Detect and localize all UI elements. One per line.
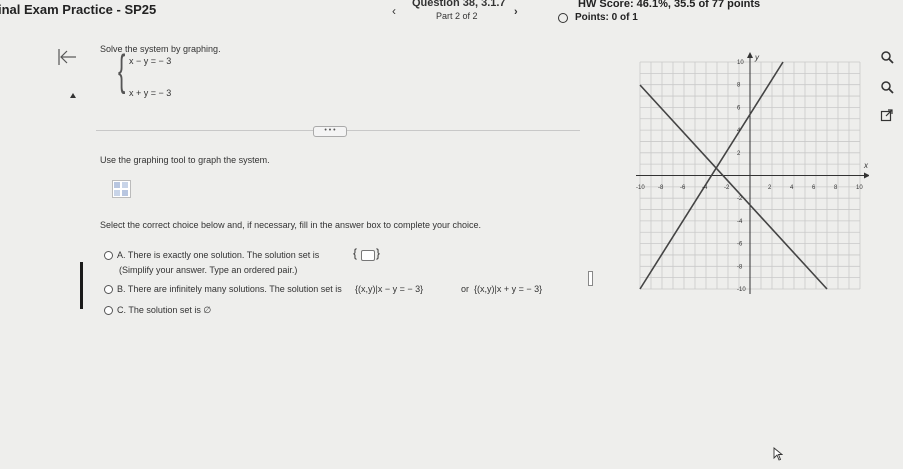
x-tick-label: -4 [702,185,708,191]
top-bar: inal Exam Practice - SP25 ‹ Question 38,… [0,0,903,26]
y-tick-labels: 108642-2-4-6-8-10 [737,60,746,293]
x-tick-label: 6 [812,185,816,191]
collapse-triangle-icon[interactable] [70,93,76,98]
points-status-icon [558,13,568,23]
mouse-cursor-icon [773,447,783,461]
choice-a-text: A. There is exactly one solution. The so… [117,250,320,260]
system-brace: { [118,46,126,95]
set-open-brace: { [353,246,358,260]
x-tick-label: -6 [680,185,686,191]
y-tick-label: -4 [737,219,743,225]
question-label: Question 38, 3.1.7 [412,0,506,9]
selection-indicator-bar [80,262,83,309]
x-tick-label: 10 [856,185,863,191]
answer-input[interactable] [361,250,375,261]
hw-score: HW Score: 46.1%, 35.5 of 77 points [578,0,761,10]
pane-resize-handle[interactable] [588,271,593,286]
set-close-brace: } [376,246,381,260]
y-axis-arrow [747,52,753,58]
x-tick-label: -8 [658,185,664,191]
graphing-tool-icon[interactable] [112,180,131,198]
choice-c-text: C. The solution set is ∅ [117,305,212,315]
choice-b-radio[interactable] [104,285,113,294]
choice-a-radio[interactable] [104,251,113,260]
choice-b-or: or [461,284,470,294]
more-button[interactable]: • • • [313,126,347,137]
equation-2: x + y = − 3 [129,88,172,98]
choice-b-set2: {(x,y)|x + y = − 3} [474,284,543,294]
external-link-icon[interactable] [880,108,894,122]
y-tick-label: 6 [737,105,741,111]
x-tick-label: 2 [768,185,772,191]
exam-title: inal Exam Practice - SP25 [0,2,157,17]
equation-1: x − y = − 3 [129,56,172,66]
graph-instruction: Use the graphing tool to graph the syste… [100,155,270,165]
y-tick-label: 8 [737,83,741,89]
x-tick-label: 8 [834,185,838,191]
x-tick-label: 4 [790,185,794,191]
choice-a-note: (Simplify your answer. Type an ordered p… [119,265,298,275]
zoom-in-icon[interactable] [880,50,894,64]
previous-question-button[interactable]: ‹ [392,4,396,18]
y-axis-label: y [754,53,760,62]
x-axis-arrow [864,172,869,179]
y-tick-label: 10 [737,60,744,66]
y-tick-label: -8 [737,264,743,270]
y-tick-label: 2 [737,151,741,157]
choice-b-set1: {(x,y)|x − y = − 3} [355,284,424,294]
points-label: Points: 0 of 1 [575,12,638,23]
part-label: Part 2 of 2 [436,11,478,21]
choice-b-text: B. There are infinitely many solutions. … [117,284,342,294]
y-tick-label: -10 [737,287,746,293]
back-arrow-icon[interactable] [56,46,78,68]
coordinate-graph[interactable]: y x -10 -8 -6 -4 -2 2 4 6 8 10 108642-2-4-6-8-10 [629,47,869,297]
next-question-button[interactable]: › [514,6,518,18]
choice-c-radio[interactable] [104,306,113,315]
zoom-out-icon[interactable] [880,80,894,94]
y-tick-label: -2 [737,196,743,202]
select-instruction: Select the correct choice below and, if … [100,220,482,230]
x-axis-label: x [863,161,869,170]
x-tick-label: -2 [724,185,730,191]
y-tick-label: -6 [737,242,743,248]
x-tick-label: -10 [636,185,645,191]
